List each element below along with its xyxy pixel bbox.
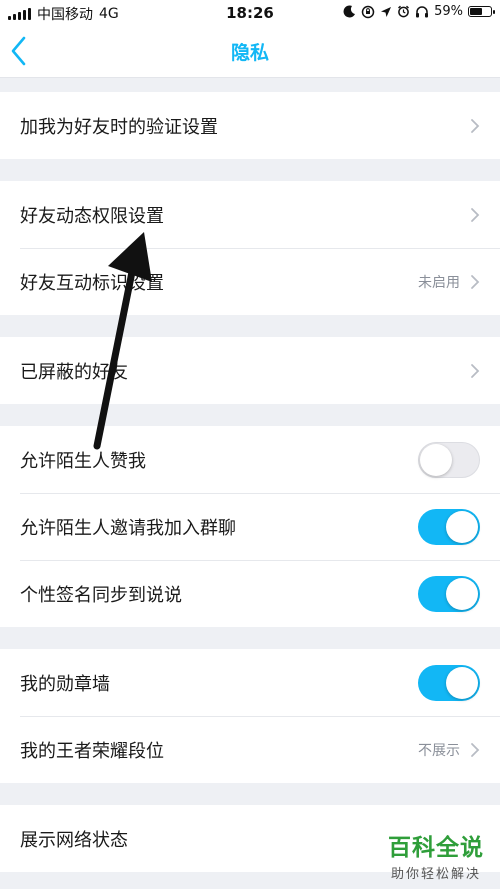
status-bar-right: 59% [343, 4, 495, 19]
section-gap [0, 627, 500, 649]
allow-stranger-group-invite-row: 允许陌生人邀请我加入群聊 [0, 493, 500, 560]
medal-wall-row: 我的勋章墙 [0, 649, 500, 716]
toggle-knob [446, 510, 478, 543]
signature-sync-toggle[interactable] [418, 575, 480, 612]
page-title: 隐私 [230, 42, 269, 64]
alarm-icon [398, 5, 410, 18]
settings-group-friends: 好友动态权限设置 好友互动标识设置 未启用 [0, 181, 500, 315]
allow-stranger-likes-toggle[interactable] [418, 441, 480, 478]
row-label: 我的勋章墙 [20, 673, 110, 695]
section-gap [0, 404, 500, 426]
settings-group-blocked: 已屏蔽的好友 [0, 337, 500, 404]
row-label: 已屏蔽的好友 [20, 361, 128, 383]
rotation-lock-icon [361, 5, 375, 18]
row-label: 个性签名同步到说说 [20, 584, 182, 606]
blocked-friends-row[interactable]: 已屏蔽的好友 [0, 337, 500, 404]
section-gap [0, 783, 500, 805]
settings-group-strangers: 允许陌生人赞我 允许陌生人邀请我加入群聊 个性签名同步到说说 [0, 426, 500, 627]
section-gap [0, 78, 500, 92]
settings-group-verification: 加我为好友时的验证设置 [0, 92, 500, 159]
toggle-knob [420, 443, 452, 476]
toggle-knob [446, 666, 478, 699]
row-value: 未启用 [418, 274, 460, 291]
row-label: 好友动态权限设置 [20, 205, 164, 227]
row-label: 我的王者荣耀段位 [20, 740, 164, 762]
watermark-logo: 百科全说 助你轻松解决 [388, 828, 484, 882]
navigation-bar: 隐私 [0, 26, 500, 78]
settings-group-profile: 我的勋章墙 我的王者荣耀段位 不展示 [0, 649, 500, 783]
chevron-right-icon [471, 274, 480, 289]
moon-icon [343, 5, 356, 18]
battery-icon [468, 6, 495, 17]
friend-moments-permission-row[interactable]: 好友动态权限设置 [0, 181, 500, 248]
row-value: 不展示 [418, 742, 460, 759]
allow-stranger-likes-row: 允许陌生人赞我 [0, 426, 500, 493]
row-label: 好友互动标识设置 [20, 272, 164, 294]
row-label: 加我为好友时的验证设置 [20, 116, 218, 138]
honor-of-kings-rank-row[interactable]: 我的王者荣耀段位 不展示 [0, 716, 500, 783]
status-bar: 中国移动 4G 18:26 59% [0, 0, 500, 26]
friend-interaction-marks-row[interactable]: 好友互动标识设置 未启用 [0, 248, 500, 315]
allow-stranger-group-invite-toggle[interactable] [418, 508, 480, 545]
medal-wall-toggle[interactable] [418, 664, 480, 701]
battery-level-fill [470, 8, 482, 15]
row-label: 允许陌生人赞我 [20, 450, 146, 472]
section-gap [0, 159, 500, 181]
watermark-title: 百科全说 [388, 835, 484, 861]
chevron-right-icon [471, 363, 480, 378]
watermark-subtitle: 助你轻松解决 [390, 867, 481, 882]
section-gap [0, 315, 500, 337]
toggle-knob [446, 577, 478, 610]
row-label: 允许陌生人邀请我加入群聊 [20, 517, 236, 539]
chevron-right-icon [471, 118, 480, 133]
headphones-icon [416, 6, 429, 18]
location-icon [381, 6, 392, 17]
friend-verification-row[interactable]: 加我为好友时的验证设置 [0, 92, 500, 159]
chevron-right-icon [471, 742, 480, 757]
battery-percent: 59% [434, 4, 463, 19]
signature-sync-row: 个性签名同步到说说 [0, 560, 500, 627]
chevron-right-icon [471, 207, 480, 222]
